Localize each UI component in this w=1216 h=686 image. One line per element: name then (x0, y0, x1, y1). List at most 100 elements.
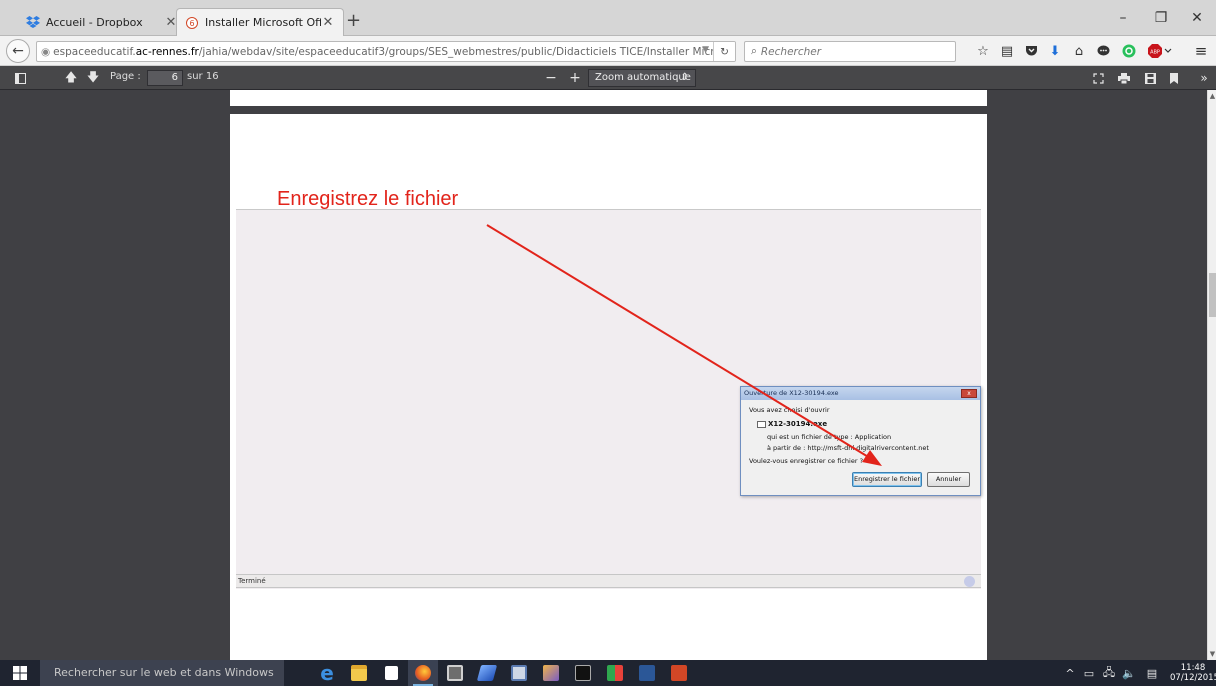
tab-title: Installer Microsoft Office.... (205, 16, 321, 29)
dialog-file-name: X12-30194.exe (768, 420, 828, 428)
zoom-value: Zoom automatique (595, 72, 691, 83)
url-domain: ac-rennes.fr (135, 45, 199, 58)
tab-installer-pdf[interactable]: 6 Installer Microsoft Office.... ✕ (176, 8, 344, 36)
dialog-question: Voulez-vous enregistrer ce fichier ? (749, 457, 864, 465)
previous-page (230, 90, 987, 106)
search-placeholder: Rechercher (760, 45, 822, 58)
status-bar: Terminé (236, 574, 981, 588)
reading-list-icon[interactable]: ▤ (996, 36, 1018, 66)
home-icon[interactable]: ⌂ (1068, 36, 1090, 66)
pocket-icon[interactable] (1020, 36, 1042, 66)
zoom-out-button[interactable]: − (542, 66, 560, 90)
sidebar-toggle-icon[interactable] (10, 66, 30, 90)
reload-icon[interactable]: ↻ (713, 42, 735, 61)
downloads-icon[interactable]: ⬇ (1044, 36, 1066, 66)
store-icon[interactable] (376, 660, 406, 686)
extension-green-icon[interactable] (1118, 36, 1140, 66)
select-arrows-icon: ⇕ (680, 72, 689, 83)
globe-icon (964, 576, 975, 587)
annotation-title: Enregistrez le fichier (277, 188, 459, 210)
tab-dropbox[interactable]: Accueil - Dropbox ✕ (18, 8, 186, 36)
windows-taskbar: Rechercher sur le web et dans Windows e … (0, 660, 1216, 686)
svg-text:6: 6 (189, 19, 194, 28)
page-count: sur 16 (187, 71, 219, 82)
minimize-button[interactable]: – (1104, 0, 1142, 36)
close-window-button[interactable]: ✕ (1178, 0, 1216, 36)
network-icon[interactable]: 🖧 (1100, 660, 1118, 686)
firefox-icon[interactable] (408, 660, 438, 686)
dialog-file-row: X12-30194.exe (757, 420, 827, 428)
search-icon: ⌕ (751, 45, 757, 57)
windows-logo-icon (13, 666, 27, 680)
app-icon[interactable] (472, 660, 502, 686)
tab-title: Accueil - Dropbox (46, 15, 143, 29)
app-icon[interactable] (600, 660, 630, 686)
edge-icon[interactable]: e (312, 660, 342, 686)
app-icon[interactable] (504, 660, 534, 686)
taskbar-search[interactable]: Rechercher sur le web et dans Windows (40, 660, 284, 686)
presentation-mode-icon[interactable] (1088, 66, 1108, 90)
page-number-input[interactable]: 6 (147, 70, 183, 86)
next-page-icon[interactable]: 🡇 (84, 66, 102, 90)
url-path: /jahia/webdav/site/espaceeducatif3/group… (198, 45, 736, 58)
status-text: Terminé (238, 577, 266, 585)
save-document-icon[interactable] (1140, 66, 1160, 90)
tab-close-icon[interactable]: ✕ (321, 15, 335, 30)
zoom-in-button[interactable]: + (566, 66, 584, 90)
previous-page-icon[interactable]: 🡅 (62, 66, 80, 90)
url-history-dropdown-icon[interactable]: ▼ (702, 45, 709, 55)
save-file-button: Enregistrer le fichier (852, 472, 922, 487)
menu-icon[interactable]: ≡ (1190, 36, 1212, 66)
back-button[interactable]: ← (6, 39, 30, 63)
file-explorer-icon[interactable] (344, 660, 374, 686)
pdf-tab-icon: 6 (185, 16, 199, 30)
dialog-file-source: à partir de : http://msft-dnl.digitalriv… (767, 444, 929, 452)
terminal-icon[interactable] (568, 660, 598, 686)
scrollbar-thumb[interactable] (1209, 273, 1216, 317)
app-icon[interactable] (440, 660, 470, 686)
restore-button[interactable]: ❐ (1142, 0, 1180, 36)
app-icon[interactable] (536, 660, 566, 686)
bookmark-star-icon[interactable]: ☆ (972, 36, 994, 66)
dialog-intro: Vous avez choisi d'ouvrir (749, 406, 830, 414)
url-prefix: espaceeducatif. (53, 45, 136, 58)
taskbar-clock[interactable]: 11:48 07/12/2015 (1170, 663, 1216, 683)
word-icon[interactable] (632, 660, 662, 686)
action-center-icon[interactable]: ▤ (1142, 660, 1162, 686)
site-identity-icon[interactable]: ◉ (41, 46, 50, 58)
tray-overflow-icon[interactable]: ^ (1062, 660, 1078, 686)
vertical-scrollbar[interactable]: ▲ ▼ (1207, 90, 1216, 660)
svg-text:ABP: ABP (1150, 50, 1160, 56)
clock-date: 07/12/2015 (1170, 673, 1216, 683)
scroll-up-icon[interactable]: ▲ (1208, 92, 1216, 100)
zoom-select[interactable]: Zoom automatique ⇕ (588, 69, 696, 87)
search-bar[interactable]: ⌕ Rechercher (744, 41, 956, 62)
app-icon[interactable] (664, 660, 694, 686)
download-dialog: Ouverture de X12-30194.exe x Vous avez c… (740, 386, 981, 496)
back-arrow-icon: ← (12, 43, 24, 59)
pdf-viewer: Enregistrez le fichier Terminé Ouverture… (0, 90, 1207, 670)
windows-start-button[interactable] (0, 660, 40, 686)
clock-time: 11:48 (1180, 663, 1206, 673)
exe-file-icon (757, 420, 766, 428)
page-label: Page : (110, 71, 141, 82)
scroll-down-icon[interactable]: ▼ (1208, 650, 1216, 658)
tools-chevron-icon[interactable]: » (1194, 66, 1214, 90)
current-page: Enregistrez le fichier Terminé Ouverture… (230, 114, 987, 670)
cancel-button: Annuler (927, 472, 970, 487)
battery-icon[interactable]: ▭ (1080, 660, 1098, 686)
chat-icon[interactable] (1092, 36, 1114, 66)
dialog-close-button: x (961, 389, 977, 398)
dialog-file-type: qui est un fichier de type : Application (767, 433, 892, 441)
dropbox-icon (26, 15, 40, 29)
volume-icon[interactable]: 🔈 (1120, 660, 1138, 686)
pdf-toolbar: 🡅 🡇 Page : 6 sur 16 − + Zoom automatique… (0, 66, 1216, 90)
new-tab-button[interactable]: + (346, 12, 361, 30)
dialog-title-bar: Ouverture de X12-30194.exe x (741, 387, 980, 400)
url-bar[interactable]: ◉ espaceeducatif. ac-rennes.fr/jahia/webd… (36, 41, 736, 62)
dialog-title: Ouverture de X12-30194.exe (744, 389, 839, 397)
bookmark-icon[interactable] (1164, 66, 1184, 90)
adblock-icon[interactable]: ABP (1146, 36, 1174, 66)
tab-strip: Accueil - Dropbox ✕ 6 Installer Microsof… (0, 0, 1216, 36)
print-icon[interactable] (1114, 66, 1134, 90)
